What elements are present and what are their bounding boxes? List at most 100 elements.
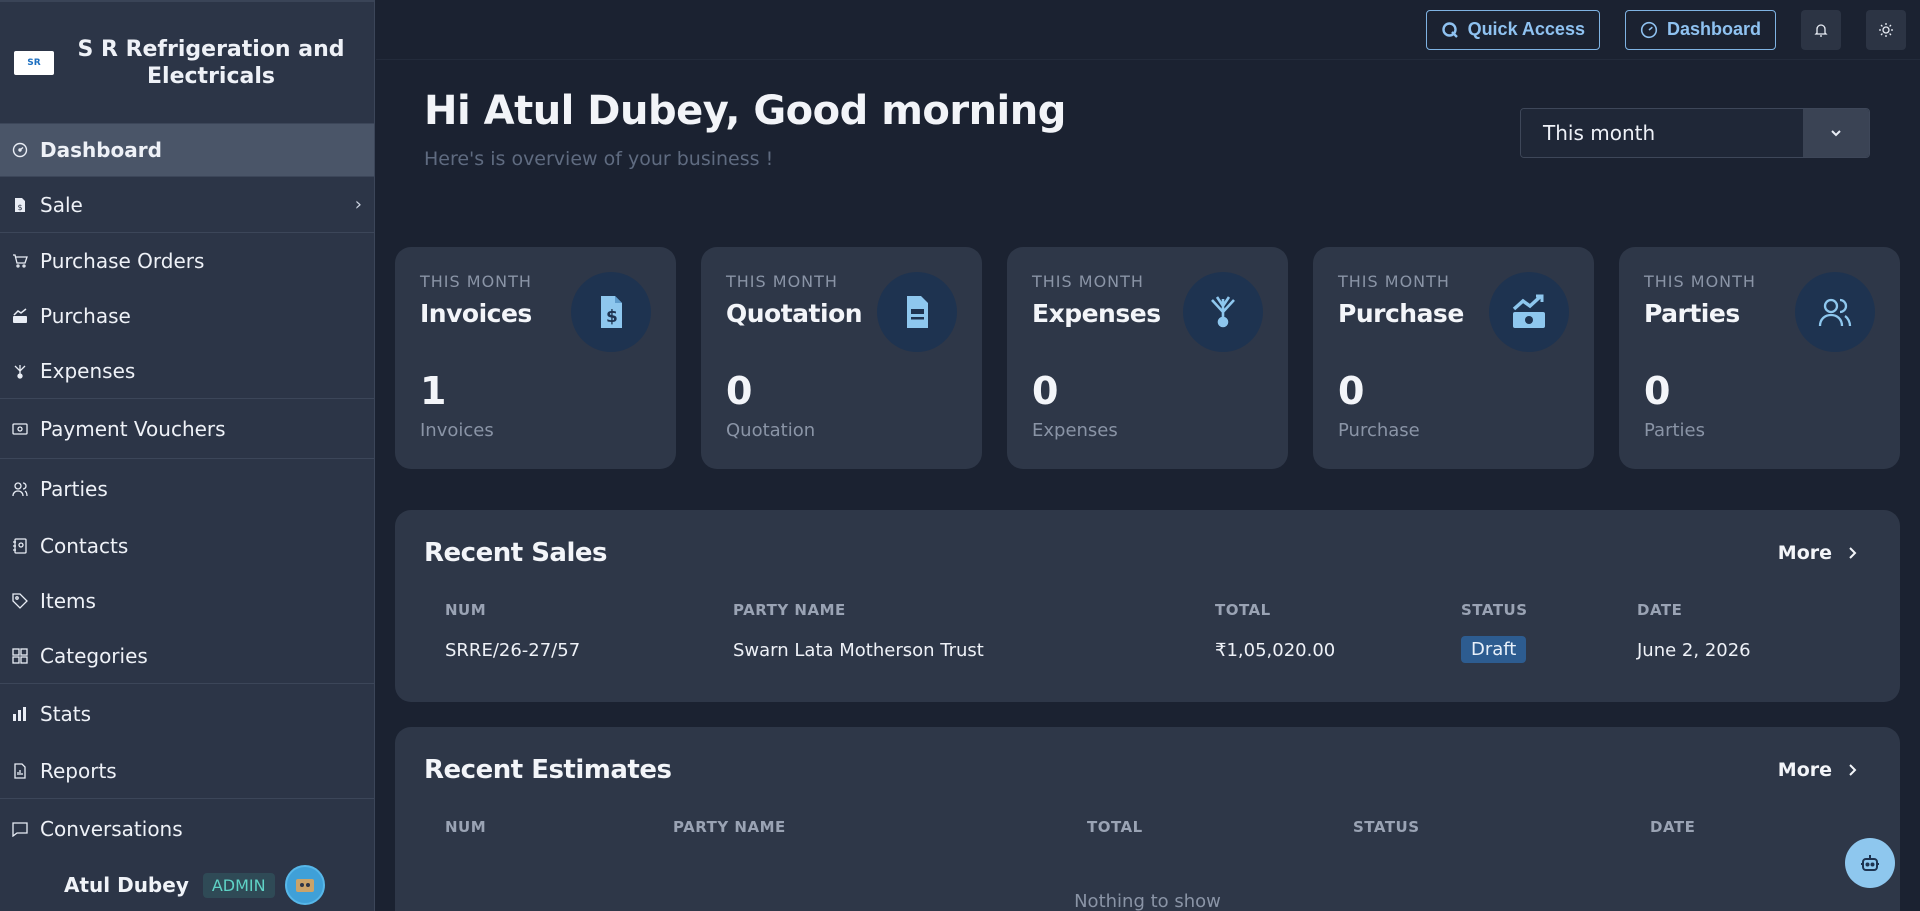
sidebar-item-reports[interactable]: Reports xyxy=(0,743,374,798)
brand[interactable]: SR S R Refrigeration and Electricals xyxy=(0,2,374,124)
sidebar-item-label: Expenses xyxy=(40,358,136,383)
card-value: 0 xyxy=(1338,369,1365,413)
period-dropdown-button[interactable] xyxy=(1803,109,1869,157)
avatar[interactable] xyxy=(284,865,325,905)
sidebar-item-conversations[interactable]: Conversations xyxy=(0,799,374,858)
stat-card-parties[interactable]: THIS MONTH Parties 0 Parties xyxy=(1619,247,1900,469)
notifications-button[interactable] xyxy=(1801,9,1841,50)
expense-icon xyxy=(12,363,28,379)
sidebar-item-items[interactable]: Items xyxy=(0,573,374,628)
panel-title: Recent Estimates xyxy=(424,755,672,785)
brand-name: S R Refrigeration and Electricals xyxy=(77,36,345,89)
page-subtitle: Here's is overview of your business ! xyxy=(424,148,774,170)
theme-toggle-button[interactable] xyxy=(1866,9,1906,50)
sidebar-item-label: Sale xyxy=(40,192,83,217)
sidebar-item-label: Payment Vouchers xyxy=(40,416,226,441)
sidebar-item-categories[interactable]: Categories xyxy=(0,628,374,683)
sidebar-item-payment-vouchers[interactable]: Payment Vouchers xyxy=(0,399,374,458)
sidebar-item-label: Items xyxy=(40,588,96,613)
user-name: Atul Dubey xyxy=(64,873,189,897)
sidebar-item-contacts[interactable]: Contacts xyxy=(0,518,374,573)
sidebar-item-label: Reports xyxy=(40,758,117,783)
gauge-icon xyxy=(1640,21,1658,38)
expense-icon xyxy=(1183,272,1263,352)
cash-chart-icon xyxy=(1489,272,1569,352)
invoice-dollar-icon: $ xyxy=(571,272,651,352)
cart-icon xyxy=(12,253,28,269)
column-header-total[interactable]: TOTAL xyxy=(1215,601,1271,619)
grid-icon xyxy=(12,647,28,664)
sidebar-item-label: Conversations xyxy=(40,816,183,841)
cell-total: ₹1,05,020.00 xyxy=(1215,640,1336,661)
sidebar-item-expenses[interactable]: Expenses xyxy=(0,343,374,398)
chatbot-button[interactable] xyxy=(1845,838,1895,888)
sun-icon xyxy=(1879,22,1893,37)
empty-state: Nothing to show xyxy=(1074,891,1221,911)
svg-text:$: $ xyxy=(18,203,23,212)
chevron-right-icon xyxy=(1849,547,1857,559)
quick-access-icon xyxy=(1441,21,1458,38)
period-value: This month xyxy=(1521,109,1803,157)
bar-chart-icon xyxy=(12,706,28,722)
column-header-num[interactable]: NUM xyxy=(445,818,486,836)
quotation-icon xyxy=(877,272,957,352)
recent-estimates-more-link[interactable]: More xyxy=(1778,759,1860,781)
column-header-date[interactable]: DATE xyxy=(1637,601,1682,619)
users-icon xyxy=(12,481,28,497)
card-value: 0 xyxy=(1032,369,1059,413)
sidebar-item-label: Purchase Orders xyxy=(40,248,205,273)
column-header-date[interactable]: DATE xyxy=(1650,818,1695,836)
column-header-total[interactable]: TOTAL xyxy=(1087,818,1143,836)
robot-icon xyxy=(1861,855,1879,871)
cash-chart-icon xyxy=(12,307,28,324)
report-icon xyxy=(12,762,28,779)
quick-access-label: Quick Access xyxy=(1467,19,1585,39)
cell-num[interactable]: SRRE/26-27/57 xyxy=(445,640,580,661)
card-subtitle: Parties xyxy=(1644,420,1705,441)
greeting: Hi Atul Dubey, Good morning Here's is ov… xyxy=(424,88,1066,170)
user-profile[interactable]: Atul Dubey ADMIN xyxy=(0,865,375,905)
status-badge: Draft xyxy=(1461,636,1527,663)
avatar-image-icon xyxy=(295,879,314,892)
recent-sales-panel: Recent Sales More NUM PARTY NAME TOTAL S… xyxy=(395,510,1900,702)
card-subtitle: Expenses xyxy=(1032,420,1118,441)
dashboard-label: Dashboard xyxy=(1666,19,1761,39)
column-header-num[interactable]: NUM xyxy=(445,601,486,619)
sidebar-item-label: Categories xyxy=(40,643,148,668)
period-select[interactable]: This month xyxy=(1520,108,1870,158)
stat-card-purchase[interactable]: THIS MONTH Purchase 0 Purchase xyxy=(1313,247,1594,469)
column-header-status[interactable]: STATUS xyxy=(1461,601,1528,619)
column-header-status[interactable]: STATUS xyxy=(1353,818,1420,836)
chevron-right-icon xyxy=(1849,764,1857,776)
sidebar: SR S R Refrigeration and Electricals Das… xyxy=(0,0,375,911)
column-header-party-name[interactable]: PARTY NAME xyxy=(733,601,846,619)
bell-icon xyxy=(1814,23,1828,37)
chevron-right-icon: › xyxy=(354,194,362,215)
recent-estimates-panel: Recent Estimates More NUM PARTY NAME TOT… xyxy=(395,727,1900,911)
sidebar-item-purchase-orders[interactable]: Purchase Orders xyxy=(0,233,374,288)
stat-card-expenses[interactable]: THIS MONTH Expenses 0 Expenses xyxy=(1007,247,1288,469)
sidebar-item-dashboard[interactable]: Dashboard xyxy=(0,124,374,176)
stat-cards: THIS MONTH Invoices 1 Invoices $ THIS MO… xyxy=(395,247,1900,469)
column-header-party-name[interactable]: PARTY NAME xyxy=(673,818,786,836)
dashboard-button[interactable]: Dashboard xyxy=(1624,9,1776,50)
sidebar-item-sale[interactable]: $ Sale › xyxy=(0,177,374,232)
tag-icon xyxy=(12,592,28,609)
cell-date: June 2, 2026 xyxy=(1637,640,1751,661)
svg-text:$: $ xyxy=(606,307,618,327)
invoice-dollar-icon: $ xyxy=(12,197,28,213)
sidebar-item-parties[interactable]: Parties xyxy=(0,459,374,518)
card-value: 1 xyxy=(420,369,447,413)
cell-party: Swarn Lata Motherson Trust xyxy=(733,640,984,661)
card-value: 0 xyxy=(1644,369,1671,413)
sidebar-item-purchase[interactable]: Purchase xyxy=(0,288,374,343)
contact-book-icon xyxy=(12,537,28,554)
stat-card-invoices[interactable]: THIS MONTH Invoices 1 Invoices $ xyxy=(395,247,676,469)
sidebar-item-label: Parties xyxy=(40,476,108,501)
more-label: More xyxy=(1777,542,1832,564)
recent-sales-more-link[interactable]: More xyxy=(1778,542,1860,564)
sidebar-item-stats[interactable]: Stats xyxy=(0,684,374,743)
stat-card-quotation[interactable]: THIS MONTH Quotation 0 Quotation xyxy=(701,247,982,469)
quick-access-button[interactable]: Quick Access xyxy=(1425,9,1600,50)
card-subtitle: Quotation xyxy=(726,420,816,441)
